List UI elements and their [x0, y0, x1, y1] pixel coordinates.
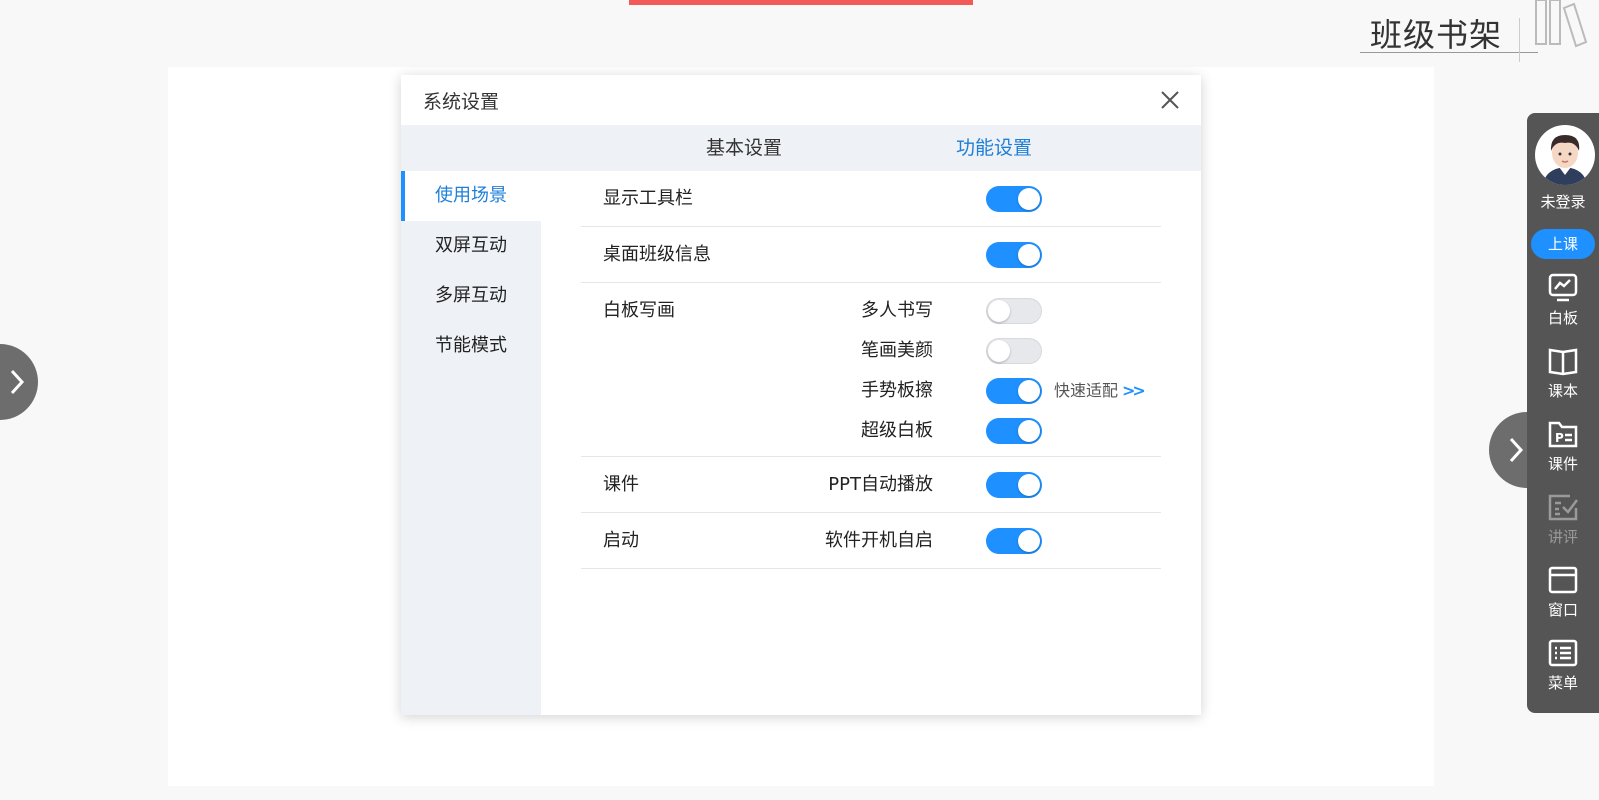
tool-label: 课本: [1547, 382, 1578, 400]
sub-setting-label: 笔画美颜: [861, 340, 933, 361]
login-status[interactable]: 未登录: [1527, 191, 1599, 212]
close-button[interactable]: [1157, 87, 1183, 113]
tool-menu[interactable]: 菜单: [1527, 638, 1599, 704]
dialog-title: 系统设置: [423, 90, 500, 113]
nav-item-multi-screen[interactable]: 多屏互动: [401, 271, 541, 321]
user-avatar-icon: [1543, 135, 1587, 185]
setting-row-whiteboard: 白板写画 多人书写 笔画美颜 手势板擦 快速适配 >> 超级白板: [581, 283, 1161, 457]
setting-row-toolbar: 显示工具栏: [581, 171, 1161, 227]
courseware-icon: P: [1548, 421, 1578, 448]
tool-label: 窗口: [1547, 601, 1578, 619]
sub-setting-label: 多人书写: [861, 300, 933, 321]
toolbar-toggle[interactable]: [986, 186, 1042, 212]
setting-label: 启动: [603, 530, 639, 551]
double-chevron-icon: >>: [1122, 381, 1146, 400]
start-class-button[interactable]: 上课: [1531, 229, 1595, 259]
sub-setting-label: 手势板擦: [861, 380, 933, 401]
setting-row-desktop-info: 桌面班级信息: [581, 227, 1161, 283]
left-expand-button[interactable]: [0, 344, 38, 420]
right-toolbar: 未登录 上课 白板 课本 P 课件 讲评 窗口 菜单: [1527, 113, 1599, 713]
super-whiteboard-toggle[interactable]: [986, 418, 1042, 444]
title-underline: [1360, 52, 1538, 53]
multi-writing-toggle[interactable]: [986, 298, 1042, 324]
tool-label: 课件: [1547, 455, 1578, 473]
title-divider: [1519, 18, 1520, 62]
avatar[interactable]: [1535, 125, 1595, 185]
gesture-eraser-toggle[interactable]: [986, 378, 1042, 404]
dialog-header: 系统设置: [401, 75, 1201, 125]
whiteboard-icon: [1548, 273, 1578, 302]
tool-whiteboard[interactable]: 白板: [1527, 273, 1599, 339]
setting-label: 显示工具栏: [603, 188, 693, 209]
nav-item-dual-screen[interactable]: 双屏互动: [401, 221, 541, 271]
review-icon: [1548, 494, 1578, 521]
bookshelf-icon[interactable]: [1532, 0, 1592, 48]
sub-setting-label: 超级白板: [861, 420, 933, 441]
window-icon: [1548, 566, 1578, 594]
tool-courseware[interactable]: P 课件: [1527, 419, 1599, 485]
tool-label: 菜单: [1547, 674, 1578, 692]
system-settings-dialog: 系统设置 基本设置 功能设置 使用场景 双屏互动 多屏互动 节能模式 显示工具栏…: [401, 75, 1201, 715]
sub-setting-label: PPT自动播放: [828, 474, 933, 495]
chevron-right-icon: [1509, 437, 1524, 463]
setting-row-courseware: 课件 PPT自动播放: [581, 457, 1161, 513]
nav-item-energy-saving[interactable]: 节能模式: [401, 321, 541, 371]
setting-label: 桌面班级信息: [603, 244, 711, 265]
tool-review[interactable]: 讲评: [1527, 492, 1599, 558]
book-icon: [1548, 348, 1578, 376]
sub-setting-label: 软件开机自启: [825, 530, 933, 551]
tool-label: 白板: [1547, 309, 1578, 327]
setting-row-startup: 启动 软件开机自启: [581, 513, 1161, 569]
tab-basic-settings[interactable]: 基本设置: [706, 125, 782, 171]
nav-item-usage-scene[interactable]: 使用场景: [401, 171, 541, 221]
tab-function-settings[interactable]: 功能设置: [956, 125, 1032, 171]
menu-icon: [1548, 639, 1578, 667]
stroke-beautify-toggle[interactable]: [986, 338, 1042, 364]
setting-label: 白板写画: [603, 300, 675, 321]
chevron-right-icon: [10, 369, 25, 395]
quick-adapt-link[interactable]: 快速适配 >>: [1054, 371, 1146, 411]
settings-side-nav: 使用场景 双屏互动 多屏互动 节能模式: [401, 171, 541, 715]
tool-window[interactable]: 窗口: [1527, 565, 1599, 631]
close-icon: [1161, 91, 1179, 109]
setting-label: 课件: [603, 474, 639, 495]
svg-text:P: P: [1555, 431, 1564, 445]
tool-label: 讲评: [1547, 528, 1578, 546]
top-progress-bar: [629, 0, 973, 5]
settings-tabs: 基本设置 功能设置: [401, 125, 1201, 171]
tool-textbook[interactable]: 课本: [1527, 346, 1599, 412]
ppt-autoplay-toggle[interactable]: [986, 472, 1042, 498]
settings-content: 显示工具栏 桌面班级信息 白板写画 多人书写 笔画美颜 手势板擦 快速适配 >>…: [581, 171, 1161, 569]
autostart-toggle[interactable]: [986, 528, 1042, 554]
desktop-info-toggle[interactable]: [986, 242, 1042, 268]
class-bookshelf-title[interactable]: 班级书架: [1370, 10, 1502, 56]
